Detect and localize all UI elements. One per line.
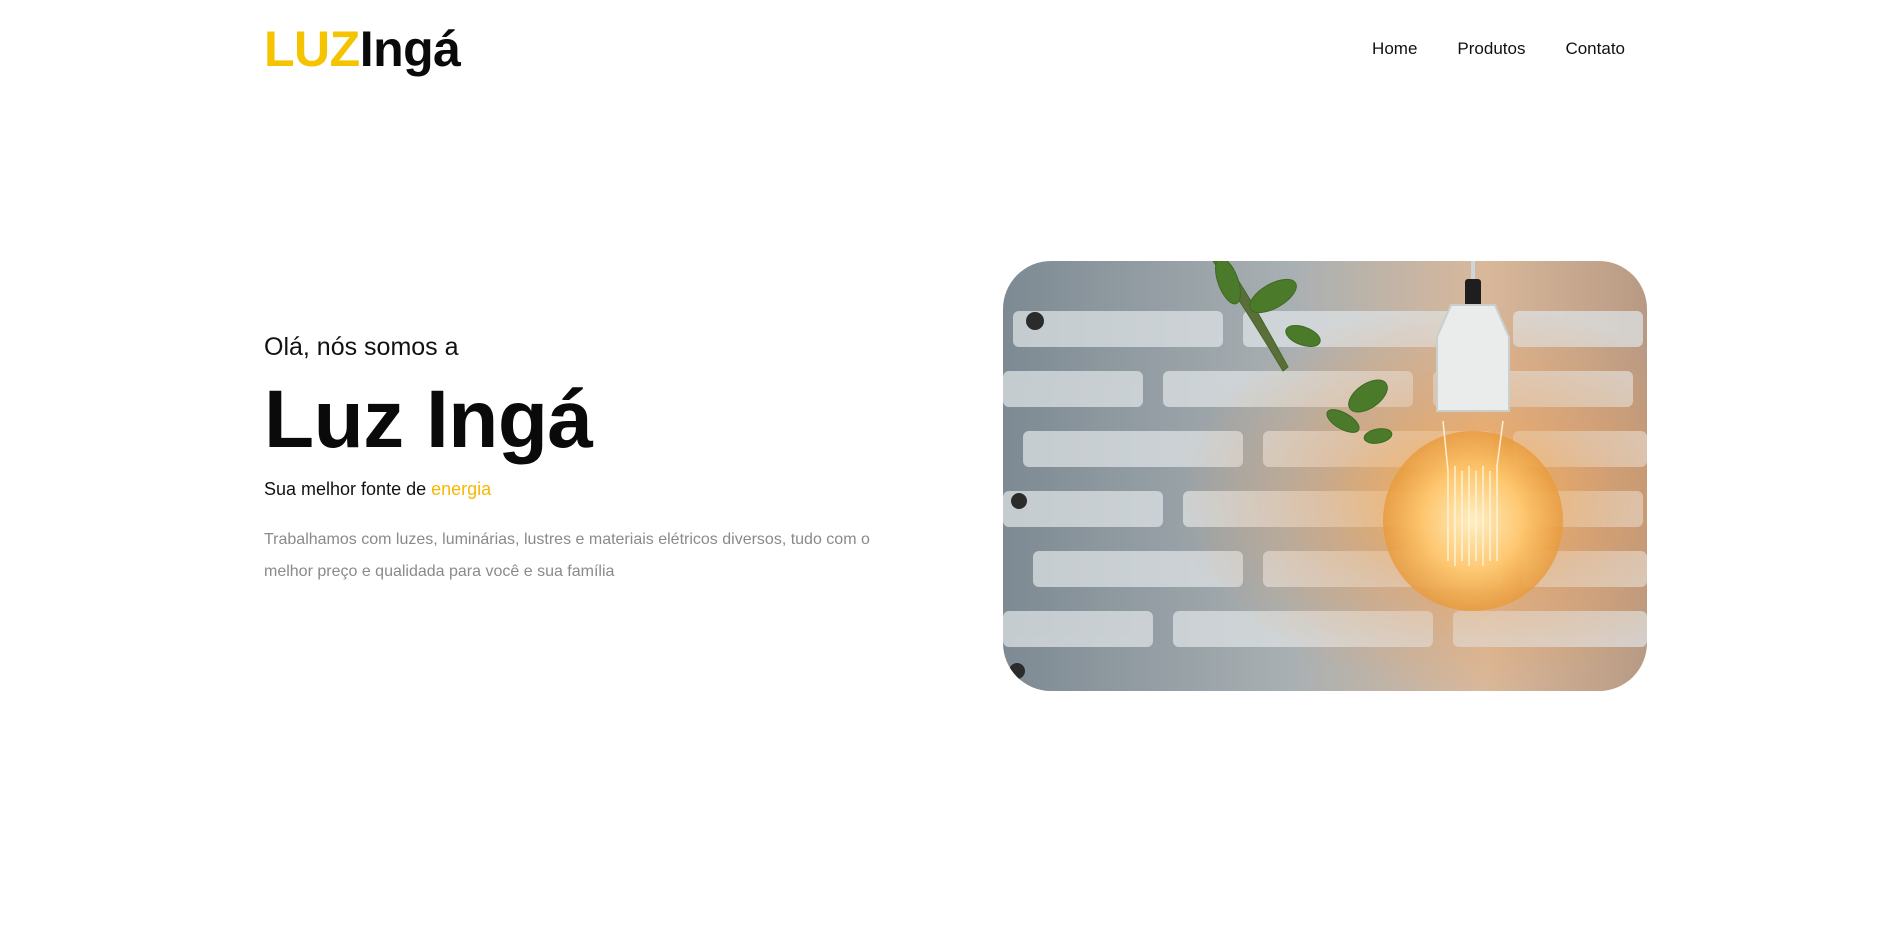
hero-headline: Luz Ingá <box>264 374 593 465</box>
hero-tagline-highlight: energia <box>431 479 492 499</box>
nav-link-produtos[interactable]: Produtos <box>1457 38 1525 60</box>
hero-tagline-prefix: Sua melhor fonte de <box>264 479 432 499</box>
socket-cap <box>1465 279 1481 307</box>
nav-link-contato[interactable]: Contato <box>1565 38 1625 60</box>
logo[interactable]: LUZIngá <box>264 18 461 80</box>
hero-greeting: Olá, nós somos a <box>264 333 459 361</box>
socket <box>1436 304 1510 412</box>
logo-accent: LUZ <box>264 21 360 77</box>
main-nav: Home Produtos Contato <box>1372 38 1625 60</box>
nav-link-home[interactable]: Home <box>1372 38 1417 60</box>
logo-rest: Ingá <box>359 21 461 77</box>
page: LUZIngá Home Produtos Contato Olá, nós s… <box>0 0 1896 947</box>
site-header: LUZIngá Home Produtos Contato <box>0 0 1896 100</box>
hero-description: Trabalhamos com luzes, luminárias, lustr… <box>264 531 870 580</box>
bulb <box>1383 431 1563 611</box>
hero-image <box>1003 261 1647 691</box>
light-bulb-photo <box>1003 261 1647 691</box>
hero-tagline: Sua melhor fonte de energia <box>264 476 904 502</box>
hero-text: Olá, nós somos a Luz Ingá Sua melhor fon… <box>264 330 904 588</box>
